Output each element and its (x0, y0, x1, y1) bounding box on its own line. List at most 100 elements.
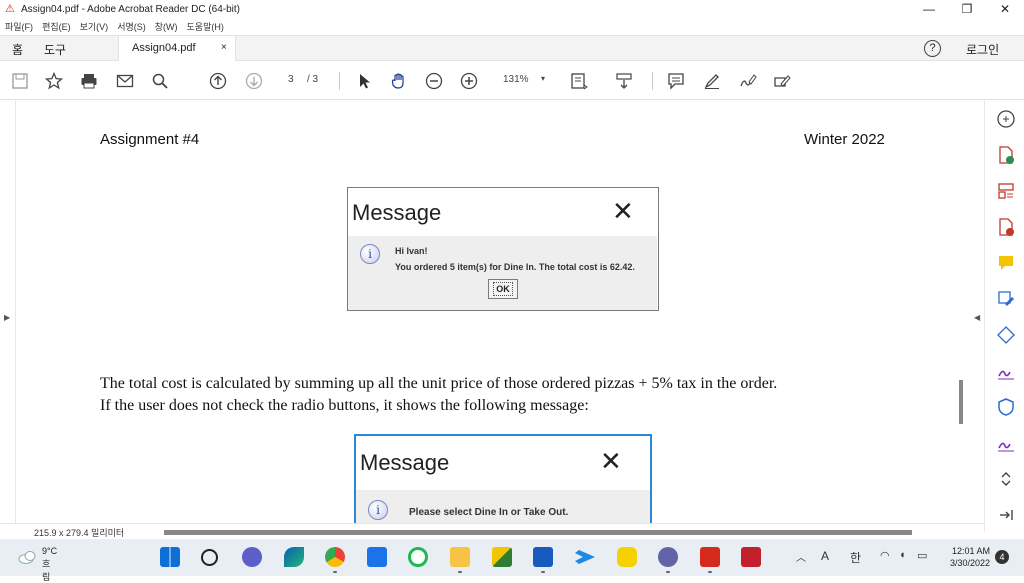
tab-document[interactable]: Assign04.pdf × (118, 36, 236, 61)
word-icon[interactable] (533, 547, 553, 567)
message-dialog-screenshot-1: Message ✕ i Hi Ivan! You ordered 5 item(… (347, 187, 659, 311)
wifi-icon[interactable]: ◠ (880, 549, 890, 562)
menu-window[interactable]: 창(W) (155, 20, 178, 33)
vertical-scrollbar-thumb[interactable] (959, 380, 963, 424)
clock-time: 12:01 AM (951, 546, 990, 556)
combine-files-icon[interactable] (996, 325, 1016, 345)
horizontal-scrollbar-thumb[interactable] (164, 530, 912, 535)
pinned-app-icon-purple[interactable] (658, 547, 678, 567)
header-left: Assignment #4 (100, 131, 200, 148)
menu-file[interactable]: 파일(F) (5, 20, 33, 33)
show-hidden-icons[interactable]: ︿ (796, 549, 806, 564)
vscode-icon[interactable] (575, 550, 595, 564)
fill-sign-icon[interactable] (772, 71, 792, 91)
tab-bar: 홈 도구 Assign04.pdf × ? 로그인 (0, 35, 1024, 61)
tab-document-label: Assign04.pdf (132, 42, 196, 54)
page-number-input[interactable]: 3 (288, 74, 294, 85)
dialog-message-line2: You ordered 5 item(s) for Dine In. The t… (395, 262, 635, 272)
mail-app-icon[interactable] (367, 547, 387, 567)
zoom-out-icon[interactable] (424, 71, 444, 91)
menu-view[interactable]: 보기(V) (80, 20, 109, 33)
running-indicator (708, 571, 712, 573)
search-icon[interactable] (150, 71, 170, 91)
toolbar-divider (652, 72, 653, 90)
menu-edit[interactable]: 편집(E) (42, 20, 71, 33)
create-pdf-icon[interactable] (996, 145, 1016, 165)
search-icon[interactable] (201, 549, 218, 566)
minimize-button[interactable]: — (910, 0, 948, 18)
window-title: Assign04.pdf - Adobe Acrobat Reader DC (… (21, 3, 241, 15)
windows-taskbar: 9°C 흐림 ︿ A 한 ◠ ◖ ▭ 12:01 AM 3/30/2022 4 (0, 539, 1024, 582)
fit-page-icon[interactable] (569, 71, 589, 91)
volume-icon[interactable]: ◖ (899, 549, 906, 561)
chrome-icon[interactable] (325, 547, 345, 567)
battery-icon[interactable]: ▭ (917, 549, 927, 562)
select-cursor-icon[interactable] (355, 71, 375, 91)
title-bar: ⚠ Assign04.pdf - Adobe Acrobat Reader DC… (0, 0, 1024, 18)
dialog-body: i Hi Ivan! You ordered 5 item(s) for Din… (348, 236, 657, 310)
hand-tool-icon[interactable] (389, 71, 409, 91)
comment-icon[interactable] (666, 71, 686, 91)
menu-sign[interactable]: 서명(S) (117, 20, 146, 33)
kakaotalk-icon[interactable] (617, 547, 637, 567)
tab-tools[interactable]: 도구 (44, 41, 66, 58)
collapse-panel-icon[interactable] (996, 505, 1016, 525)
menu-bar: 파일(F) 편집(E) 보기(V) 서명(S) 창(W) 도움말(H) (0, 18, 1024, 34)
print-icon[interactable] (79, 71, 99, 91)
clock[interactable]: 12:01 AM 3/30/2022 (940, 545, 990, 569)
left-panel-toggle[interactable]: ▶ (0, 101, 16, 523)
previous-page-icon[interactable] (208, 71, 228, 91)
tab-home[interactable]: 홈 (12, 41, 23, 58)
acrobat-app-icon: ⚠ (5, 3, 15, 15)
info-icon: i (360, 244, 380, 264)
comment-tool-icon[interactable] (996, 253, 1016, 273)
menu-help[interactable]: 도움말(H) (187, 20, 224, 33)
help-button[interactable]: ? (924, 40, 941, 57)
weather-condition: 흐림 (42, 559, 51, 582)
pinned-app-icon[interactable] (284, 547, 304, 567)
notification-badge[interactable]: 4 (995, 550, 1009, 564)
file-explorer-icon[interactable] (450, 547, 470, 567)
cloud-icon (18, 551, 36, 564)
request-signature-icon[interactable] (996, 433, 1016, 453)
header-right: Winter 2022 (804, 131, 885, 148)
protect-icon[interactable] (996, 397, 1016, 417)
highlight-pen-icon[interactable] (702, 71, 722, 91)
tab-close-icon[interactable]: × (221, 42, 227, 53)
right-panel-toggle[interactable]: ◀ (970, 101, 984, 523)
maximize-button[interactable]: ❐ (948, 0, 986, 18)
bookmark-star-icon[interactable] (44, 71, 64, 91)
clock-date: 3/30/2022 (949, 558, 990, 568)
scroll-mode-icon[interactable] (614, 71, 634, 91)
close-button[interactable]: ✕ (986, 0, 1024, 18)
zoom-in-icon[interactable] (459, 71, 479, 91)
login-button[interactable]: 로그인 (966, 41, 999, 58)
access-app-icon[interactable] (741, 547, 761, 567)
windows-start-icon[interactable] (160, 547, 180, 567)
edit-pdf-icon[interactable] (996, 289, 1016, 309)
fill-and-sign-icon[interactable] (996, 361, 1016, 381)
dialog-title: Message (352, 200, 442, 225)
zoom-level-select[interactable]: 131% (503, 74, 529, 85)
toolbar: 3 / 3 131% ▾ (0, 62, 1024, 100)
save-icon[interactable] (10, 71, 30, 91)
ime-indicator[interactable]: 한 (850, 549, 861, 566)
running-indicator (333, 571, 337, 573)
dialog-title: Message (360, 450, 450, 475)
export-pdf-icon[interactable] (996, 217, 1016, 237)
dialog-body: i Please select Dine In or Take Out. (356, 490, 650, 523)
next-page-icon[interactable] (244, 71, 264, 91)
mail-icon[interactable] (115, 71, 135, 91)
organize-pages-icon[interactable] (996, 181, 1016, 201)
zoom-dropdown-icon[interactable]: ▾ (541, 74, 545, 83)
acrobat-taskbar-icon[interactable] (700, 547, 720, 567)
sticky-notes-icon[interactable] (492, 547, 512, 567)
pinned-app-icon-green[interactable] (408, 547, 428, 567)
draw-signature-icon[interactable] (738, 71, 758, 91)
teams-chat-icon[interactable] (242, 547, 262, 567)
ok-button-label: OK (493, 282, 513, 296)
paragraph-line: If the user does not check the radio but… (100, 397, 589, 414)
zoom-tool-icon[interactable] (996, 109, 1016, 129)
more-tools-icon[interactable] (996, 469, 1016, 489)
input-mode-indicator[interactable]: A (821, 549, 829, 563)
